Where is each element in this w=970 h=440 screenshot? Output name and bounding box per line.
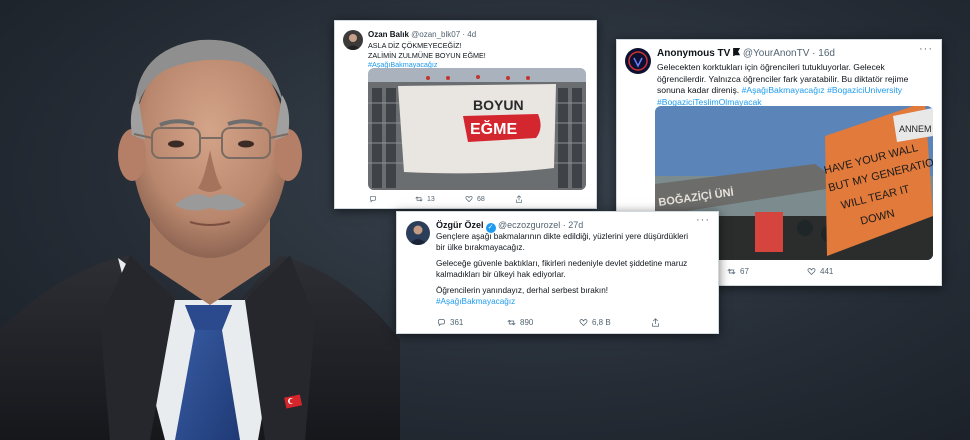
tweet-text-line: öğrencilerdir. Yalnızca öğrenciler fark … [657,73,909,84]
hashtag-link[interactable]: #AşağıBakmayacağız [436,297,688,308]
author-name[interactable]: Ozan Balık [368,30,409,39]
retweet-count: 890 [520,318,534,327]
like-button[interactable]: 6,8 B [579,318,651,327]
protest-sign-text: ANNEM [899,124,932,134]
reply-count: 361 [450,318,464,327]
like-count: 6,8 B [592,318,611,327]
tweet-text-line: ZALİMİN ZULMÜNE BOYUN EĞME! [368,50,486,60]
retweet-button[interactable]: 67 [727,267,807,276]
like-button[interactable]: 441 [807,267,833,276]
like-icon [465,195,473,203]
tweet-text-line: sonuna kadar direniş. [657,85,740,95]
tweet-text-line: Gelecekten korktukları için öğrencileri … [657,62,885,72]
retweet-icon [507,319,516,326]
like-icon [807,268,816,276]
tweet-text-line: Öğrencilerin yanındayız, derhal serbest … [436,286,609,295]
banner-text: BOYUN [473,97,524,113]
like-count: 441 [820,267,834,276]
tweet-card-ozan[interactable]: Ozan Balık @ozan_blk07 · 4d ASLA DİZ ÇÖK… [334,20,597,209]
hashtag-link[interactable]: #AşağıBakmayacağız #BogaziciUniversity [742,85,903,95]
retweet-count: 13 [427,195,435,203]
like-icon [579,319,588,327]
retweet-icon [415,196,423,202]
reply-icon [370,196,376,203]
author-handle-time[interactable]: @ozan_blk07 · 4d [411,30,476,39]
more-icon[interactable]: ··· [696,214,710,226]
avatar[interactable] [343,30,363,50]
tweet-text-line: Gençlere aşağı bakmalarının dikte edildi… [436,232,689,241]
author-name[interactable]: Anonymous TV [657,48,730,59]
share-button[interactable] [651,318,660,327]
reply-button[interactable] [369,195,415,203]
author-handle-time[interactable]: @YourAnonTV · 16d [743,48,835,59]
tweet-photo-banner[interactable]: BOYUN EĞME [368,68,586,190]
reply-button[interactable]: 361 [437,318,507,327]
author-handle-time[interactable]: @eczozgurozel · 27d [498,220,583,230]
share-icon [652,318,659,327]
author-name[interactable]: Özgür Özel [436,220,484,230]
banner-text: EĞME [470,119,517,138]
tweet-text-line: kalmadıkları bir ülkeyi hak ediyorlar. [436,269,566,279]
avatar[interactable] [406,221,430,245]
tweet-text-line: Geleceğe güvenle baktıkları, fikirleri n… [436,259,688,268]
retweet-button[interactable]: 890 [507,318,579,327]
like-button[interactable]: 68 [465,195,515,203]
avatar[interactable] [625,48,651,74]
reply-icon [438,319,445,327]
flag-icon [733,48,741,56]
share-icon [516,195,522,203]
retweet-icon [727,268,736,275]
like-count: 68 [477,195,485,203]
tweet-text-line: ASLA DİZ ÇÖKMEYECEĞİZ! [368,41,462,50]
retweet-count: 67 [740,267,749,276]
tweet-text-line: bir ülke bırakmayacağız. [436,242,525,252]
share-button[interactable] [515,195,523,203]
retweet-button[interactable]: 13 [415,195,465,203]
more-icon[interactable]: ··· [919,43,933,55]
tweet-card-ozel[interactable]: Özgür Özel ✓ @eczozgurozel · 27d ··· Genç… [396,211,719,334]
